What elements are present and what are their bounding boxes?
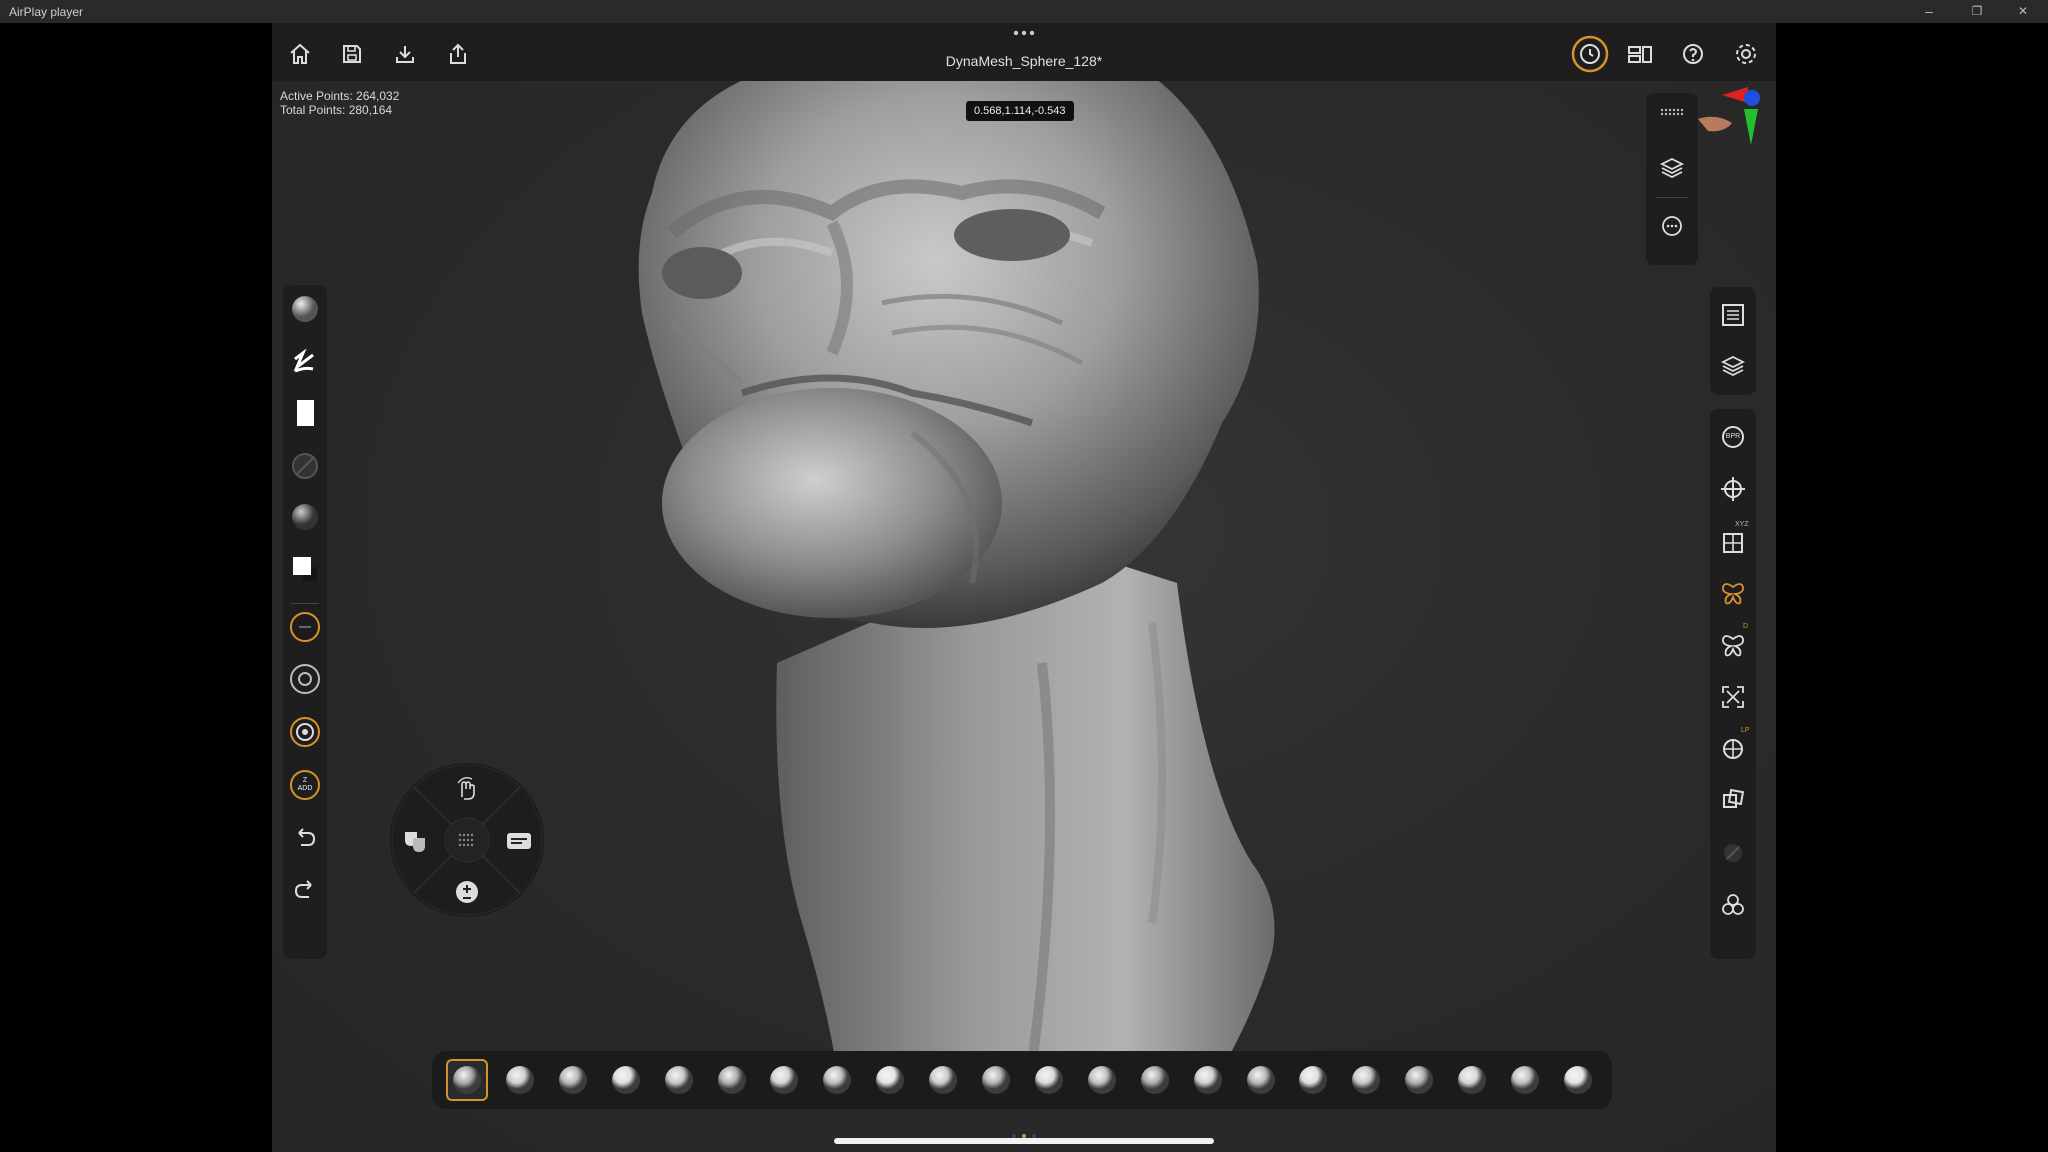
history-icon[interactable] bbox=[1571, 35, 1609, 73]
brush-bar bbox=[432, 1051, 1612, 1109]
share-icon[interactable] bbox=[445, 41, 471, 67]
page-indicator bbox=[1004, 1126, 1044, 1138]
document-title: DynaMesh_Sphere_128* bbox=[945, 53, 1103, 69]
brush-spiral[interactable] bbox=[1504, 1059, 1546, 1101]
divider bbox=[291, 603, 319, 604]
sphere-icon[interactable] bbox=[289, 501, 321, 533]
more-icon[interactable] bbox=[1659, 213, 1685, 244]
brush-inflate[interactable] bbox=[552, 1059, 594, 1101]
import-icon[interactable] bbox=[392, 41, 418, 67]
restore-button[interactable]: ❐ bbox=[1954, 0, 2000, 23]
right-panel-tools: BPR XYZ D LP bbox=[1710, 409, 1756, 959]
symmetry-icon[interactable] bbox=[1719, 579, 1747, 607]
solo-icon[interactable] bbox=[1719, 839, 1747, 867]
brush-smooth[interactable] bbox=[658, 1059, 700, 1101]
color-swatch[interactable] bbox=[289, 553, 321, 585]
more-handle-icon[interactable] bbox=[1012, 27, 1036, 37]
active-points: Active Points: 264,032 bbox=[280, 89, 400, 103]
drag-handle-icon[interactable] bbox=[1660, 103, 1684, 121]
layers-icon[interactable] bbox=[1719, 353, 1747, 381]
brush-hpolish[interactable] bbox=[1451, 1059, 1493, 1101]
right-panel-top bbox=[1710, 287, 1756, 395]
radial-menu bbox=[390, 763, 544, 917]
move-gizmo-icon[interactable] bbox=[1719, 475, 1747, 503]
coordinate-readout: 0.568,1.114,-0.543 bbox=[966, 101, 1074, 121]
brush-layer[interactable] bbox=[975, 1059, 1017, 1101]
grid-icon[interactable] bbox=[456, 829, 478, 856]
brush-pinch[interactable] bbox=[816, 1059, 858, 1101]
window-titlebar: AirPlay player – ❐ ✕ bbox=[0, 0, 2048, 23]
brush-move[interactable] bbox=[605, 1059, 647, 1101]
save-icon[interactable] bbox=[339, 41, 365, 67]
sculpt-model[interactable] bbox=[272, 23, 1776, 1152]
poseable-symmetry-icon[interactable]: D bbox=[1719, 623, 1748, 659]
texture-off-icon[interactable] bbox=[289, 450, 321, 482]
brush-damstandard[interactable] bbox=[711, 1059, 753, 1101]
subtools-icon[interactable] bbox=[1719, 301, 1747, 329]
polyframe-icon[interactable] bbox=[1719, 891, 1747, 919]
settings-icon[interactable] bbox=[1733, 41, 1759, 67]
brush-claybuildup[interactable] bbox=[499, 1059, 541, 1101]
zadd-label: Z ADD bbox=[297, 777, 313, 792]
orientation-gizmo[interactable] bbox=[1696, 83, 1768, 193]
xyz-label: XYZ bbox=[1735, 521, 1749, 528]
top-toolbar: DynaMesh_Sphere_128* bbox=[272, 23, 1776, 81]
focal-shift-dial[interactable] bbox=[289, 663, 321, 695]
material-icon[interactable] bbox=[289, 293, 321, 325]
brush-trimdynamic[interactable] bbox=[922, 1059, 964, 1101]
layout-icon[interactable] bbox=[1627, 41, 1653, 67]
home-icon[interactable] bbox=[287, 41, 313, 67]
plus-minus-icon[interactable] bbox=[452, 877, 482, 912]
help-icon[interactable] bbox=[1680, 41, 1706, 67]
brush-curvetube[interactable] bbox=[1345, 1059, 1387, 1101]
home-indicator bbox=[834, 1138, 1214, 1144]
divider bbox=[1656, 197, 1688, 198]
menu-icon[interactable] bbox=[504, 825, 534, 860]
gesture-icon[interactable] bbox=[452, 773, 482, 808]
local-transform-icon[interactable]: LP bbox=[1719, 727, 1750, 763]
total-points: Total Points: 280,164 bbox=[280, 103, 393, 117]
transpose-icon[interactable] bbox=[1719, 787, 1747, 815]
brush-size-dial[interactable] bbox=[289, 611, 321, 643]
lp-label: LP bbox=[1741, 727, 1750, 734]
brush-clay[interactable] bbox=[763, 1059, 805, 1101]
brush-snakehook[interactable] bbox=[1134, 1059, 1176, 1101]
brush-noise[interactable] bbox=[1028, 1059, 1070, 1101]
brush-blob[interactable] bbox=[1187, 1059, 1229, 1101]
alpha-icon[interactable] bbox=[289, 397, 321, 429]
brush-slash[interactable] bbox=[1398, 1059, 1440, 1101]
mask-icon[interactable] bbox=[400, 825, 430, 860]
point-stats: Active Points: 264,032 Total Points: 280… bbox=[280, 89, 399, 117]
brush-planar[interactable] bbox=[1240, 1059, 1282, 1101]
xyz-grid-icon[interactable]: XYZ bbox=[1719, 521, 1749, 555]
layers-icon[interactable] bbox=[1659, 155, 1685, 186]
brush-standard[interactable] bbox=[446, 1059, 488, 1101]
brush-morph[interactable] bbox=[1292, 1059, 1334, 1101]
intensity-dial[interactable] bbox=[289, 716, 321, 748]
stroke-icon[interactable] bbox=[289, 345, 321, 377]
brush-flatten[interactable] bbox=[1081, 1059, 1123, 1101]
mini-panel bbox=[1646, 93, 1698, 265]
minimize-button[interactable]: – bbox=[1906, 0, 1952, 23]
brush-polish[interactable] bbox=[869, 1059, 911, 1101]
bpr-icon[interactable]: BPR bbox=[1719, 423, 1747, 451]
zadd-toggle[interactable]: Z ADD bbox=[289, 769, 321, 801]
undo-icon[interactable] bbox=[289, 821, 321, 853]
left-tool-panel: Z ADD bbox=[283, 285, 327, 959]
bpr-label: BPR bbox=[1725, 433, 1741, 440]
close-button[interactable]: ✕ bbox=[2000, 0, 2046, 23]
brush-zremesher[interactable] bbox=[1557, 1059, 1599, 1101]
window-title: AirPlay player bbox=[9, 5, 84, 19]
app-window: DynaMesh_Sphere_128* Active Points: 264,… bbox=[272, 23, 1776, 1152]
d-label: D bbox=[1743, 623, 1749, 630]
redo-icon[interactable] bbox=[289, 873, 321, 905]
frame-icon[interactable] bbox=[1719, 683, 1747, 711]
